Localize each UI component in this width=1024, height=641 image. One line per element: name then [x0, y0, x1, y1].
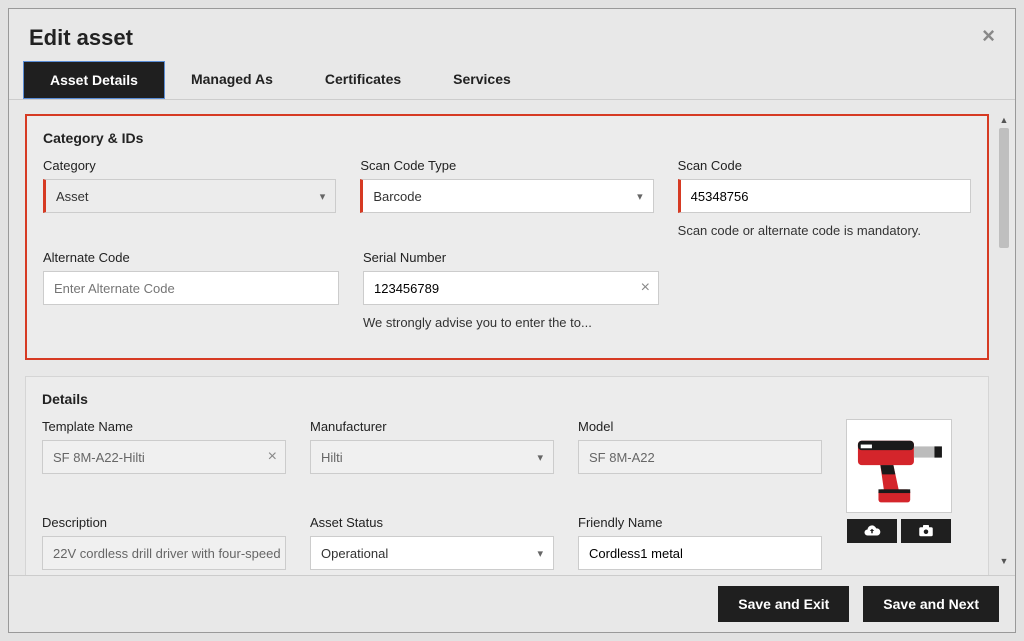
description-label: Description	[42, 515, 286, 530]
section-category-ids: Category & IDs Category Asset Scan Code …	[25, 114, 989, 360]
thumbnail-column	[846, 419, 952, 543]
alternate-code-field[interactable]	[54, 281, 328, 296]
scan-code-type-select[interactable]: Barcode	[360, 179, 653, 213]
scan-code-input[interactable]	[678, 179, 971, 213]
asset-status-value: Operational	[321, 546, 388, 561]
scan-code-type-label: Scan Code Type	[360, 158, 653, 173]
scan-code-type-value: Barcode	[373, 189, 421, 204]
alternate-code-input[interactable]	[43, 271, 339, 305]
close-icon[interactable]: ×	[982, 25, 995, 47]
tab-certificates[interactable]: Certificates	[299, 61, 427, 99]
scan-code-label: Scan Code	[678, 158, 971, 173]
model-label: Model	[578, 419, 822, 434]
template-value: SF 8M-A22-Hilti	[53, 450, 145, 465]
scrollbar-thumb[interactable]	[999, 128, 1009, 248]
asset-status-label: Asset Status	[310, 515, 554, 530]
section-title: Details	[26, 377, 988, 419]
dialog-title: Edit asset	[29, 25, 133, 51]
asset-thumbnail	[846, 419, 952, 513]
category-value: Asset	[56, 189, 89, 204]
clear-icon[interactable]: ×	[641, 279, 650, 297]
scan-code-hint: Scan code or alternate code is mandatory…	[678, 223, 971, 238]
dialog-footer: Save and Exit Save and Next	[9, 575, 1015, 632]
tab-asset-details[interactable]: Asset Details	[23, 61, 165, 99]
drill-icon	[852, 424, 946, 508]
serial-number-field[interactable]	[374, 281, 648, 296]
category-select[interactable]: Asset	[43, 179, 336, 213]
serial-number-input[interactable]: ×	[363, 271, 659, 305]
clear-icon[interactable]: ×	[268, 448, 277, 466]
scroll-down-icon[interactable]: ▼	[999, 555, 1009, 567]
manufacturer-select[interactable]: Hilti	[310, 440, 554, 474]
manufacturer-value: Hilti	[321, 450, 343, 465]
scan-code-field[interactable]	[691, 189, 960, 204]
scrollbar[interactable]: ▲ ▼	[999, 114, 1009, 567]
template-label: Template Name	[42, 419, 286, 434]
category-label: Category	[43, 158, 336, 173]
manufacturer-label: Manufacturer	[310, 419, 554, 434]
section-details: Details Template Name SF 8M-A22-Hilti × …	[25, 376, 989, 575]
content-area: Category & IDs Category Asset Scan Code …	[9, 100, 1015, 575]
friendly-name-field[interactable]	[589, 546, 811, 561]
description-input: 22V cordless drill driver with four-spee…	[42, 536, 286, 570]
tab-services[interactable]: Services	[427, 61, 537, 99]
serial-hint: We strongly advise you to enter the to..…	[363, 315, 659, 330]
scroll-area: Category & IDs Category Asset Scan Code …	[25, 114, 989, 575]
tab-bar: Asset Details Managed As Certificates Se…	[9, 61, 1015, 100]
asset-status-select[interactable]: Operational	[310, 536, 554, 570]
friendly-name-input[interactable]	[578, 536, 822, 570]
save-and-next-button[interactable]: Save and Next	[863, 586, 999, 622]
dialog-header: Edit asset ×	[9, 9, 1015, 61]
camera-icon	[917, 522, 935, 540]
serial-number-label: Serial Number	[363, 250, 659, 265]
template-input[interactable]: SF 8M-A22-Hilti ×	[42, 440, 286, 474]
tab-managed-as[interactable]: Managed As	[165, 61, 299, 99]
save-and-exit-button[interactable]: Save and Exit	[718, 586, 849, 622]
model-input: SF 8M-A22	[578, 440, 822, 474]
edit-asset-dialog: Edit asset × Asset Details Managed As Ce…	[8, 8, 1016, 633]
friendly-name-label: Friendly Name	[578, 515, 822, 530]
alternate-code-label: Alternate Code	[43, 250, 339, 265]
cloud-upload-icon	[863, 522, 881, 540]
description-value: 22V cordless drill driver with four-spee…	[53, 546, 281, 561]
upload-image-button[interactable]	[847, 519, 897, 543]
camera-button[interactable]	[901, 519, 951, 543]
scroll-up-icon[interactable]: ▲	[999, 114, 1009, 126]
model-value: SF 8M-A22	[589, 450, 655, 465]
section-title: Category & IDs	[27, 116, 987, 158]
